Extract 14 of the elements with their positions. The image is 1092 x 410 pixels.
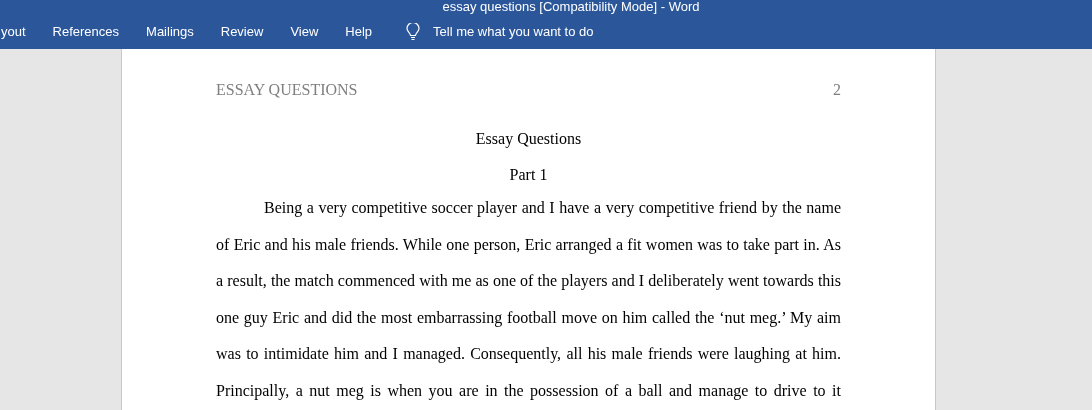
section-heading: Part 1 [508,165,549,185]
body-paragraph: Being a very competitive soccer player and I have a very competitive friend by the name of Eric and his male friends. While one person, Eric arranged a fit women was to take part in. As a result, the match commenced with me as one of the players and I deliberately went towards this one guy Eric and did the most embarrassing football move on him called the ‘nut meg.’ My aim was to intimidate him and I managed. Consequently, all his male friends were laughing at him. Principally, a nut meg is when you are in the possession of a ball and manage to drive to it [216,198,841,402]
running-head: ESSAY QUESTIONS [216,80,358,100]
page-number: 2 [833,80,841,100]
lightbulb-icon [406,22,421,41]
window-title: essay questions [Compatibility Mode] - Word [441,0,700,14]
ribbon-tab[interactable]: Review [220,21,264,42]
ribbon-tab[interactable]: yout [1,21,26,42]
ribbon-tab[interactable]: Help [345,21,373,42]
ribbon-tab[interactable]: Mailings [146,21,194,42]
ribbon-tab[interactable]: References [52,21,120,42]
tell-me-field[interactable]: Tell me what you want to do [433,21,594,42]
ribbon-tab[interactable]: View [290,21,319,42]
document-title: Essay Questions [474,129,583,150]
